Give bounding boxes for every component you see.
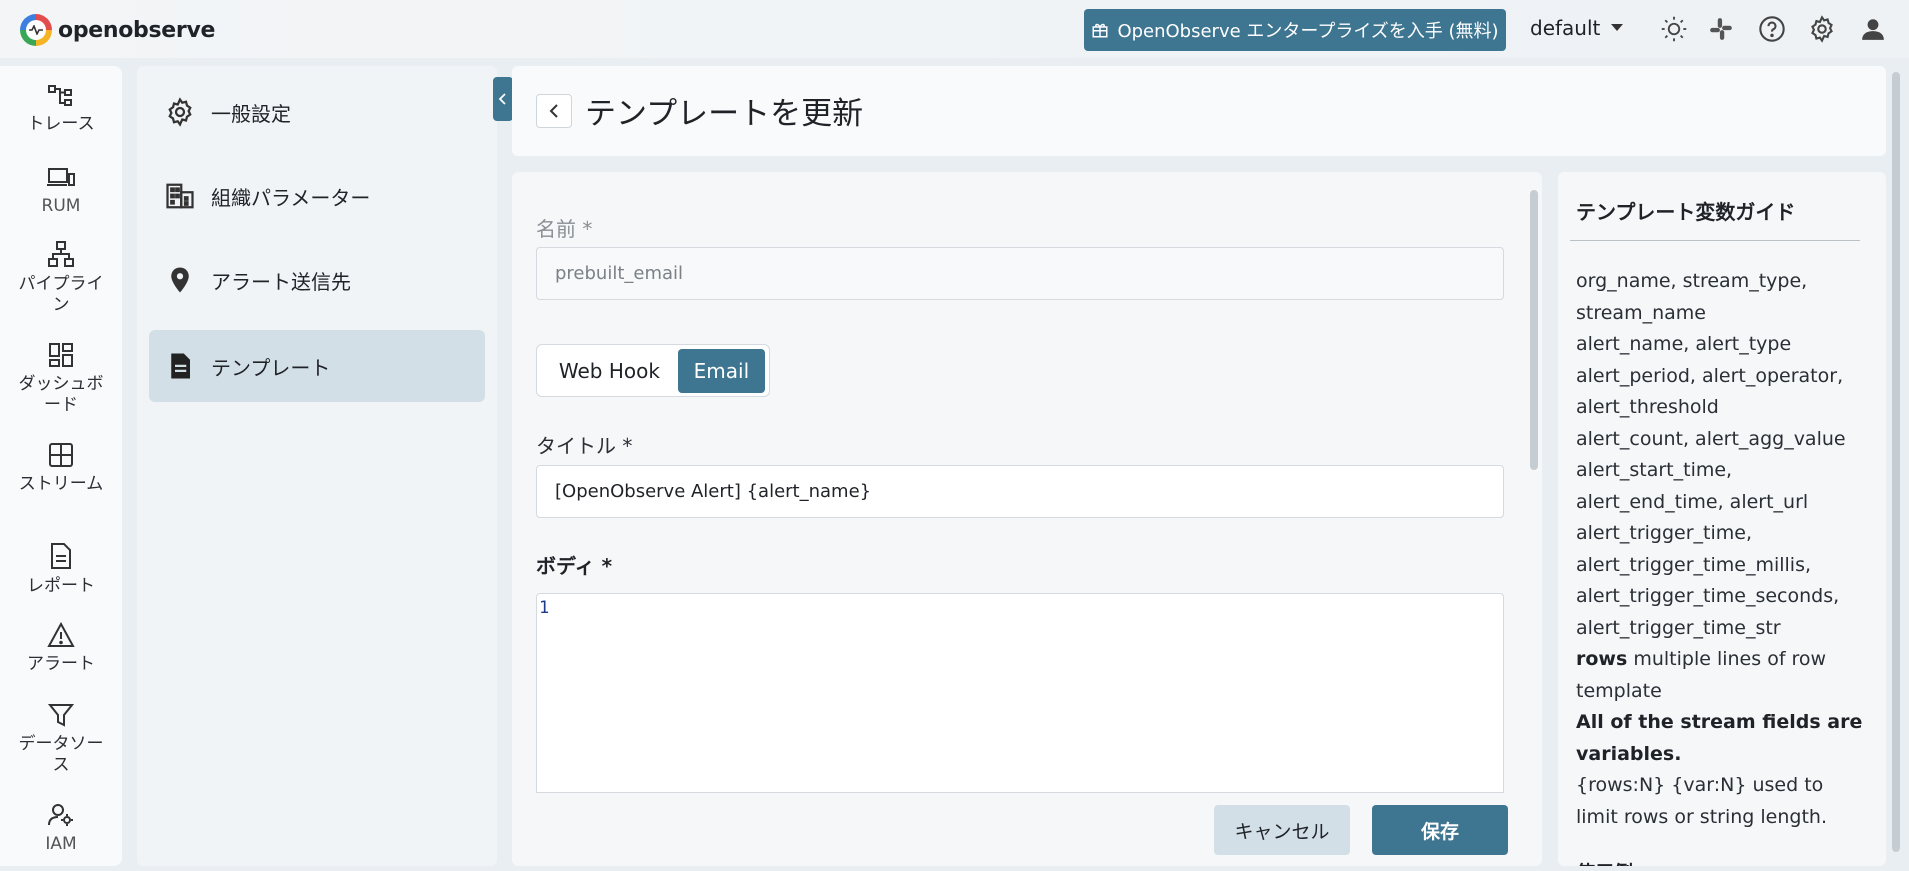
- rum-icon: [47, 168, 75, 186]
- datasources-icon: [48, 704, 74, 727]
- nav-item-traces[interactable]: トレース: [0, 84, 122, 135]
- streams-icon: [49, 443, 73, 467]
- title-field[interactable]: [OpenObserve Alert] {alert_name}: [536, 465, 1504, 518]
- sub-item-label: 組織パラメーター: [211, 185, 371, 210]
- user-icon[interactable]: [1858, 14, 1888, 44]
- caret-down-icon: [1611, 24, 1624, 31]
- webhook-toggle[interactable]: Web Hook: [541, 349, 678, 393]
- guide-title: テンプレート変数ガイド: [1576, 200, 1796, 224]
- iam-icon: [48, 804, 73, 826]
- enterprise-button[interactable]: OpenObserve エンタープライズを入手 (無料): [1084, 9, 1506, 51]
- guide-example-heading: 使用例: [1576, 858, 1633, 866]
- nav-item-dashboard[interactable]: ダッシュボード: [0, 342, 122, 416]
- chevron-left-icon: [549, 104, 558, 118]
- help-icon[interactable]: [1757, 14, 1787, 44]
- back-button[interactable]: [536, 94, 572, 128]
- dashboard-icon: [49, 343, 73, 367]
- template-form: 名前 * prebuilt_email Web Hook Email タイトル …: [512, 172, 1542, 866]
- guide-rows-note: rows multiple lines of row template: [1576, 644, 1868, 707]
- reports-icon: [51, 543, 71, 569]
- nav-item-datasources[interactable]: データソース: [0, 702, 122, 776]
- sub-item-label: テンプレート: [211, 355, 331, 380]
- top-bar: openobserve OpenObserve エンタープライズを入手 (無料)…: [0, 0, 1909, 58]
- save-button[interactable]: 保存: [1372, 805, 1508, 855]
- building-icon: [166, 183, 194, 209]
- page-scrollbar[interactable]: [1890, 66, 1902, 866]
- gear-icon: [168, 97, 192, 127]
- name-label: 名前 *: [536, 217, 593, 241]
- variable-guide-panel: テンプレート変数ガイド org_name, stream_type, strea…: [1558, 172, 1886, 866]
- document-icon: [171, 353, 190, 379]
- sub-item-org-params[interactable]: 組織パラメーター: [149, 160, 485, 232]
- email-toggle[interactable]: Email: [677, 348, 765, 393]
- slack-icon[interactable]: [1706, 14, 1736, 44]
- location-pin-icon: [171, 267, 189, 293]
- body-label: ボディ *: [536, 554, 613, 578]
- left-nav: トレース RUM パイプライン ダッシュボード ストリーム レポート アラート …: [0, 66, 122, 866]
- body-editor[interactable]: 1: [536, 593, 1504, 793]
- guide-vars: alert_period, alert_operator, alert_thre…: [1576, 364, 1844, 419]
- chevron-left-icon: [498, 93, 506, 105]
- enterprise-label: OpenObserve エンタープライズを入手 (無料): [1117, 21, 1499, 42]
- nav-item-rum[interactable]: RUM: [0, 166, 122, 217]
- collapse-sidebar-button[interactable]: [493, 77, 513, 121]
- template-type-toggle: Web Hook Email: [536, 344, 770, 397]
- cancel-button[interactable]: キャンセル: [1214, 805, 1350, 855]
- guide-vars: org_name, stream_type, stream_name: [1576, 270, 1808, 324]
- traces-icon: [48, 85, 72, 106]
- line-number: 1: [539, 598, 550, 618]
- guide-vars: alert_count, alert_agg_value: [1576, 427, 1846, 450]
- guide-body: org_name, stream_type, stream_name alert…: [1576, 266, 1868, 833]
- settings-sub-nav: 一般設定 組織パラメーター アラート送信先 テンプレート: [137, 66, 497, 866]
- rows-keyword: rows: [1576, 648, 1628, 670]
- sub-item-label: 一般設定: [211, 101, 291, 126]
- guide-vars: alert_start_time, alert_end_time, alert_…: [1576, 459, 1809, 513]
- guide-vars: alert_name, alert_type: [1576, 333, 1792, 355]
- logo-icon: [20, 14, 52, 46]
- nav-item-alerts[interactable]: アラート: [0, 622, 122, 675]
- settings-icon[interactable]: [1807, 14, 1837, 44]
- sub-item-templates[interactable]: テンプレート: [149, 330, 485, 402]
- nav-item-iam[interactable]: IAM: [0, 802, 122, 855]
- org-value: default: [1530, 16, 1601, 40]
- sub-item-label: アラート送信先: [211, 269, 351, 294]
- name-field: prebuilt_email: [536, 247, 1504, 300]
- alerts-icon: [47, 622, 75, 647]
- org-select[interactable]: default: [1530, 16, 1624, 40]
- gift-icon: [1092, 23, 1108, 38]
- logo-text: openobserve: [58, 17, 216, 43]
- pipeline-icon: [48, 241, 74, 267]
- form-scrollbar[interactable]: [1530, 190, 1538, 470]
- nav-item-reports[interactable]: レポート: [0, 542, 122, 597]
- sub-item-alert-destinations[interactable]: アラート送信先: [149, 244, 485, 316]
- guide-limit-note: {rows:N} {var:N} used to limit rows or s…: [1576, 774, 1827, 828]
- guide-stream-fields-note: All of the stream fields are variables.: [1576, 711, 1863, 765]
- page-title: テンプレートを更新: [585, 96, 864, 132]
- sub-item-general[interactable]: 一般設定: [149, 76, 485, 148]
- guide-divider: [1570, 240, 1860, 241]
- logo[interactable]: openobserve: [20, 14, 215, 46]
- page-header: テンプレートを更新: [512, 66, 1886, 156]
- theme-icon[interactable]: [1659, 14, 1689, 44]
- guide-vars: alert_trigger_time, alert_trigger_time_m…: [1576, 522, 1840, 639]
- title-label: タイトル *: [536, 434, 633, 458]
- nav-item-streams[interactable]: ストリーム: [0, 442, 122, 495]
- nav-item-pipeline[interactable]: パイプライン: [0, 240, 122, 316]
